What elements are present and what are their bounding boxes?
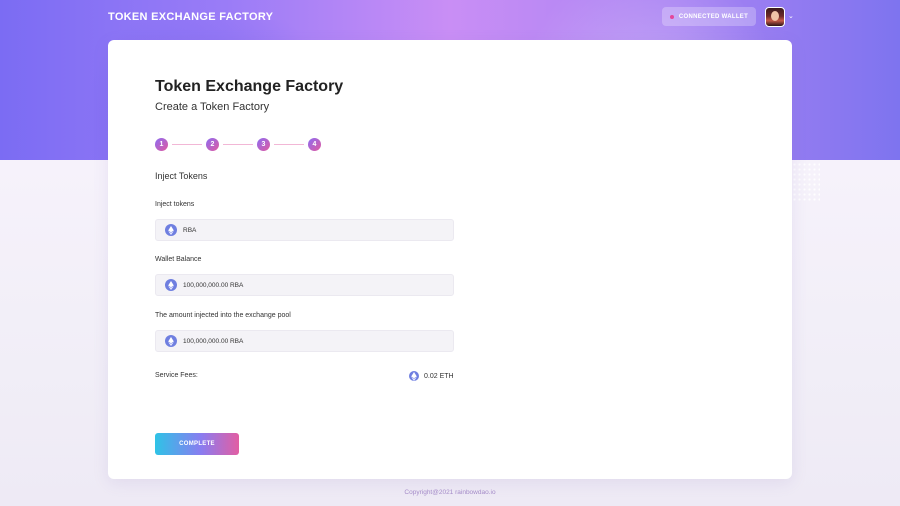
step-connector [223,143,253,146]
step-2: 2 [206,138,219,151]
service-fees-amount: 0.02 ETH [424,372,454,380]
step-connector [274,143,304,146]
factory-card: Token Exchange Factory Create a Token Fa… [108,40,792,479]
service-fees-value: 0.02 ETH [409,371,454,381]
eth-icon [165,224,177,236]
injected-amount-value: 100,000,000.00 RBA [183,337,244,345]
inject-tokens-label: Inject tokens [155,201,195,208]
inject-tokens-value: RBA [183,226,197,234]
connected-wallet-button[interactable]: CONNECTED WALLET [662,7,756,26]
avatar-face [771,11,779,21]
status-dot-icon [669,14,674,19]
step-3: 3 [257,138,270,151]
stepper: 1 2 3 4 [155,138,321,151]
complete-button[interactable]: COMPLETE [155,433,239,455]
wallet-balance-value: 100,000,000.00 RBA [183,281,244,289]
injected-amount-input[interactable]: 100,000,000.00 RBA [155,330,454,352]
wallet-button-label: CONNECTED WALLET [678,13,749,20]
step-4: 4 [308,138,321,151]
eth-icon [409,371,419,381]
page-title: Token Exchange Factory [155,78,344,95]
dot-pattern-decoration [792,162,820,202]
page-subtitle: Create a Token Factory [155,101,270,113]
chevron-down-icon[interactable]: ⌄ [788,12,794,20]
brand-title[interactable]: TOKEN EXCHANGE FACTORY [108,11,273,23]
footer-copyright: Copyright@2021 rainbowdao.io [404,489,496,496]
inject-tokens-select[interactable]: RBA [155,219,454,241]
injected-amount-label: The amount injected into the exchange po… [155,312,291,319]
section-title: Inject Tokens [155,171,208,181]
service-fees-label: Service Fees: [155,372,198,379]
wallet-balance-label: Wallet Balance [155,256,202,263]
wallet-balance-field: 100,000,000.00 RBA [155,274,454,296]
eth-icon [165,279,177,291]
step-1: 1 [155,138,168,151]
eth-icon [165,335,177,347]
step-connector [172,143,202,146]
avatar[interactable] [765,7,785,27]
